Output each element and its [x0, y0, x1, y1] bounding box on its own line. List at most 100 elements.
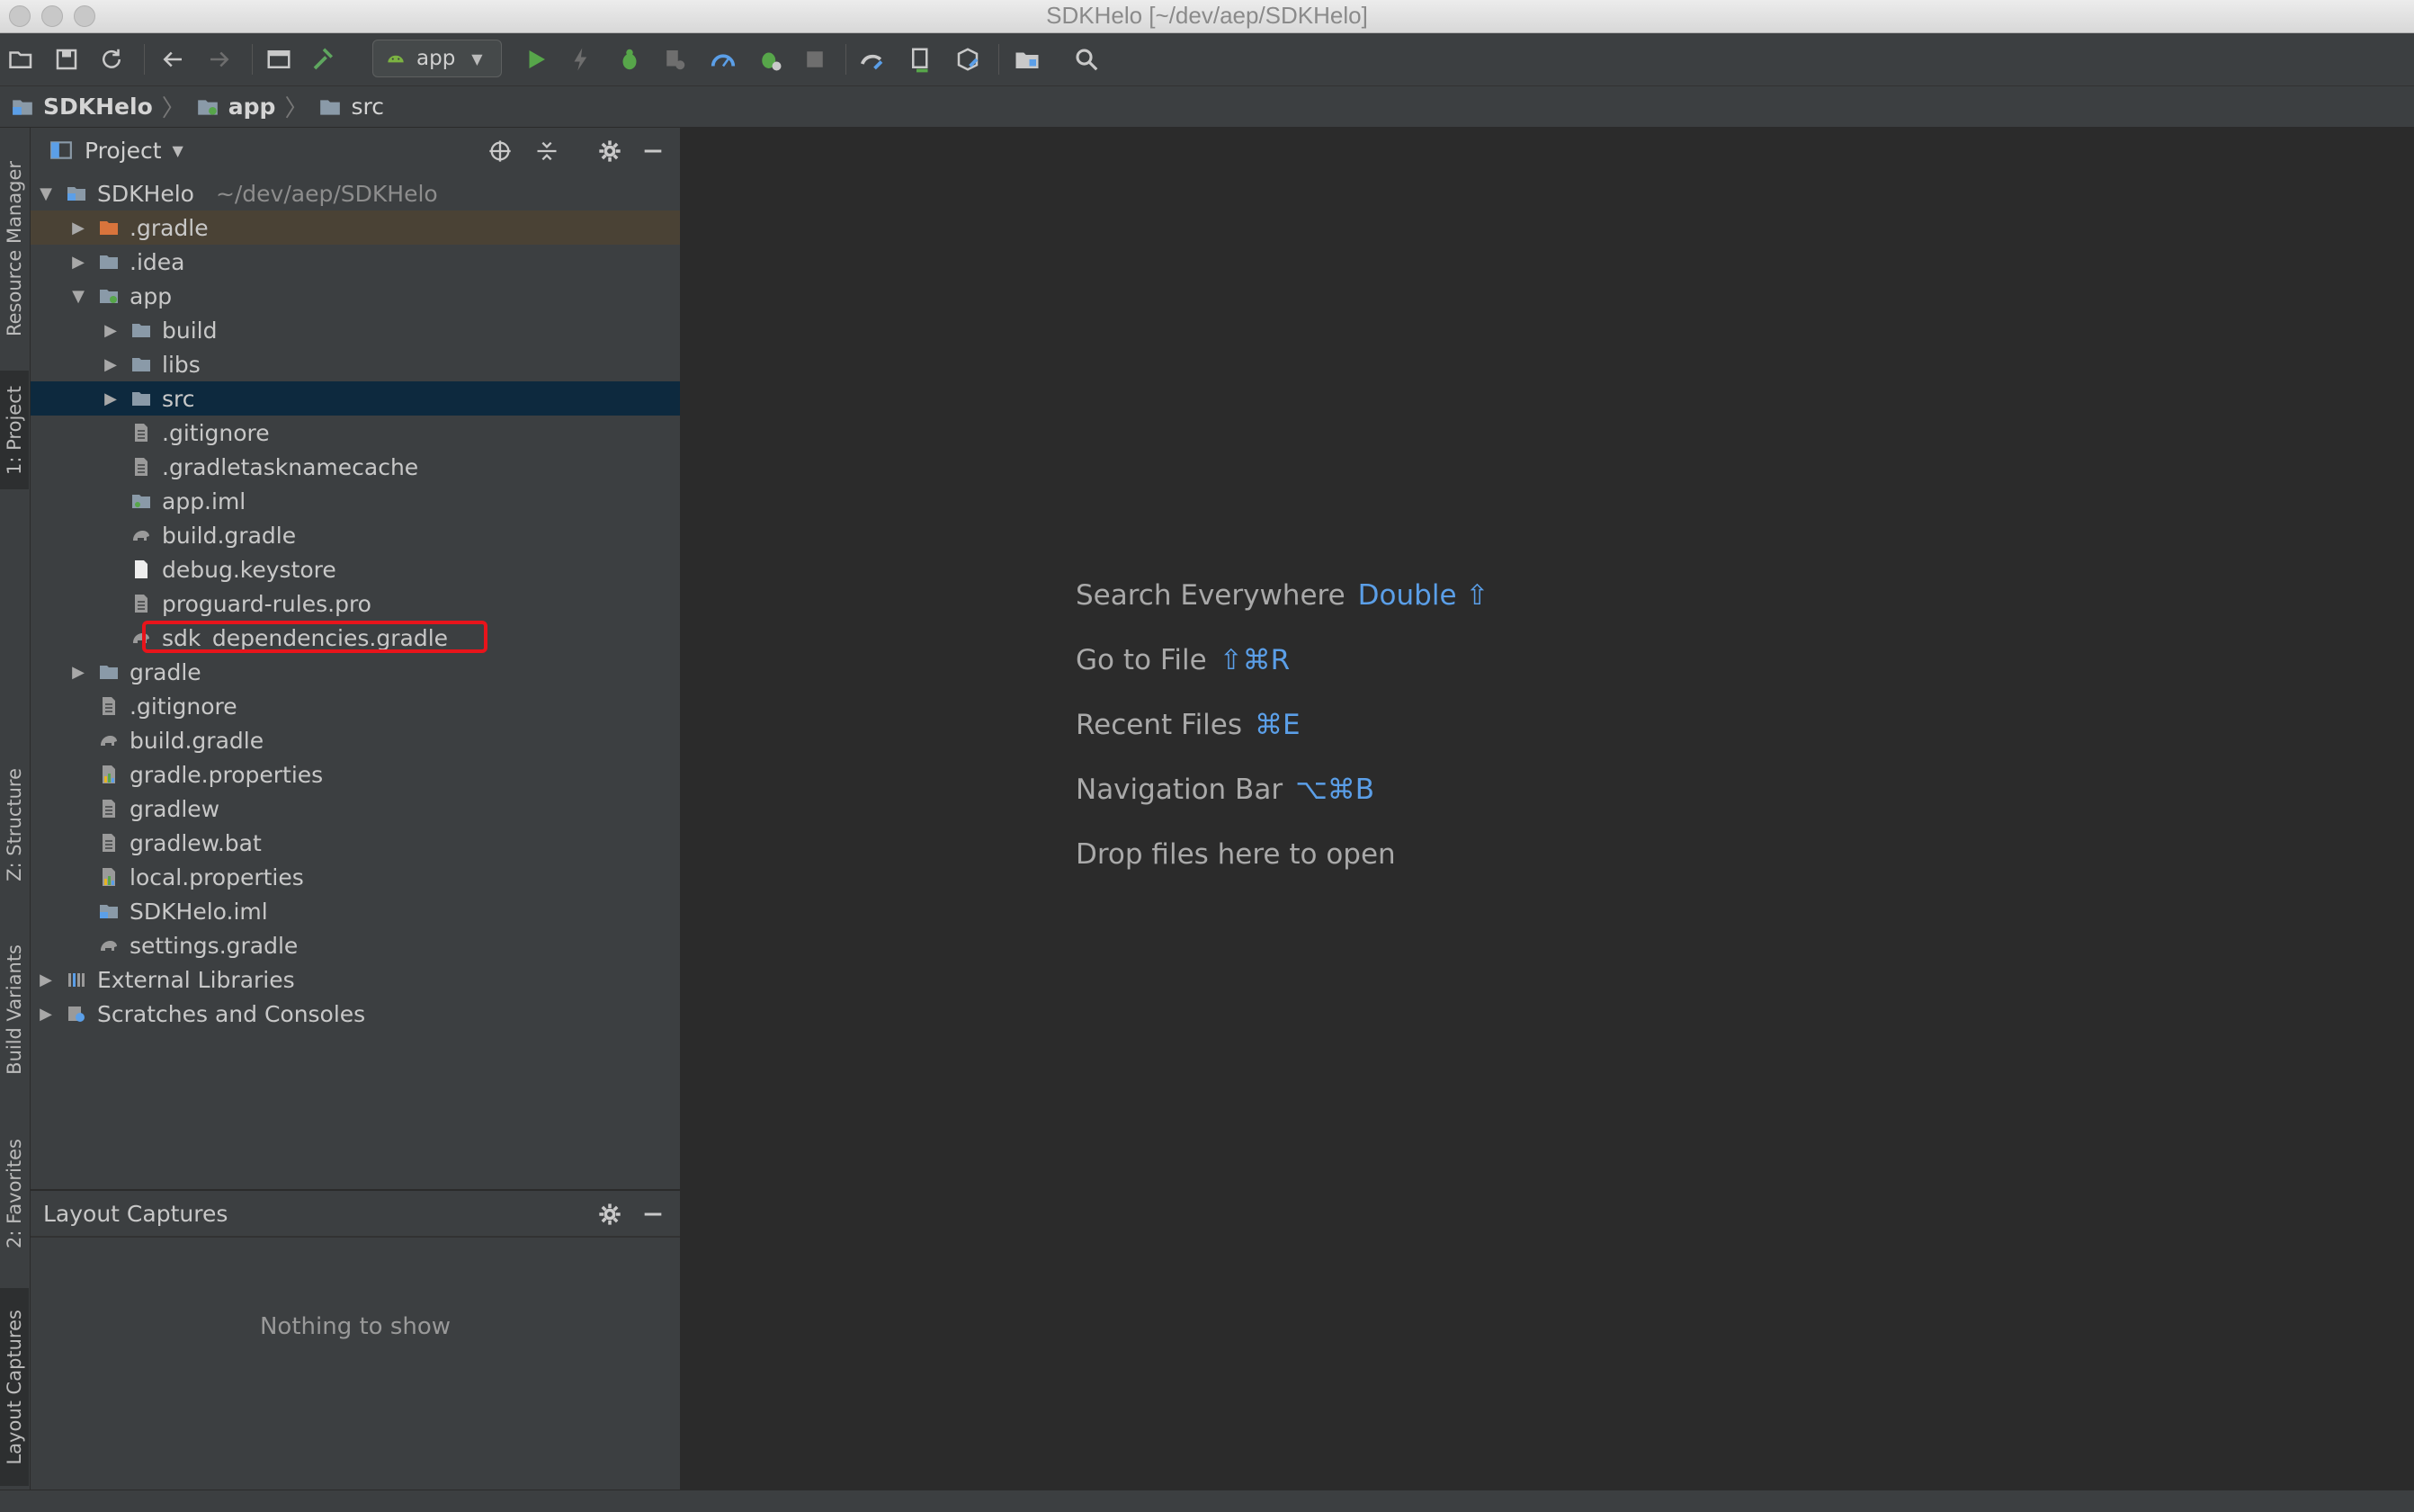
tree-item-build-folder[interactable]: ▶ build: [31, 313, 680, 347]
tree-item-settings-gradle[interactable]: settings.gradle: [31, 928, 680, 962]
avd-manager-icon[interactable]: [903, 41, 939, 77]
tree-item-project-iml[interactable]: SDKHelo.iml: [31, 894, 680, 928]
run-icon[interactable]: [518, 41, 554, 77]
profile-icon[interactable]: [657, 41, 693, 77]
run-configuration-dropdown[interactable]: app ▼: [372, 40, 502, 77]
gear-icon[interactable]: [595, 137, 624, 166]
tree-item-root-gitignore[interactable]: .gitignore: [31, 689, 680, 723]
debug-icon[interactable]: [612, 41, 648, 77]
toolbar-separator: [998, 44, 999, 75]
tree-item-app-gitignore[interactable]: .gitignore: [31, 416, 680, 450]
gradle-elephant-icon: [128, 626, 155, 649]
project-path: ~/dev/aep/SDKHelo: [215, 180, 438, 207]
gradle-elephant-icon: [128, 523, 155, 547]
project-view-selector[interactable]: Project ▼: [49, 138, 183, 164]
gradle-elephant-icon: [95, 934, 122, 957]
breadcrumb-project[interactable]: SDKHelo: [9, 94, 153, 120]
build-hammer-icon[interactable]: [306, 41, 342, 77]
collapsed-arrow-icon: ▶: [104, 320, 117, 340]
attach-debugger-icon[interactable]: [705, 41, 741, 77]
tree-item-src[interactable]: ▶ src: [31, 381, 680, 416]
window-title: SDKHelo [~/dev/aep/SDKHelo]: [1046, 2, 1368, 29]
breadcrumb-app[interactable]: app: [194, 94, 275, 120]
project-tool-window: Project ▼ ▼ SDKHelo ~/dev/aep/SDKHelo ▶ …: [31, 128, 682, 1189]
libraries-icon: [63, 968, 90, 991]
file-icon: [128, 558, 155, 581]
navigation-bar: SDKHelo 〉 app 〉 src: [0, 86, 2414, 128]
hide-panel-icon[interactable]: [639, 137, 667, 166]
text-file-icon: [128, 455, 155, 479]
resource-manager-tab[interactable]: Resource Manager: [0, 146, 29, 353]
back-arrow-icon[interactable]: [155, 41, 191, 77]
tree-item-app-iml[interactable]: app.iml: [31, 484, 680, 518]
folder-icon: [320, 99, 341, 115]
tree-item-app[interactable]: ▼ app: [31, 279, 680, 313]
tree-item-gradle-properties[interactable]: gradle.properties: [31, 757, 680, 792]
sync-icon[interactable]: [94, 41, 130, 77]
forward-arrow-icon[interactable]: [201, 41, 237, 77]
breadcrumb-src[interactable]: src: [317, 94, 384, 120]
shortcut-key: Double ⇧: [1357, 579, 1489, 612]
build-variants-tab[interactable]: Build Variants: [0, 928, 29, 1090]
folder-icon: [128, 353, 155, 376]
open-folder-icon[interactable]: [4, 41, 40, 77]
layout-captures-tab[interactable]: Layout Captures: [0, 1288, 29, 1486]
scratches-icon: [63, 1002, 90, 1025]
project-folder-icon: [13, 99, 32, 115]
collapsed-arrow-icon: ▶: [72, 252, 85, 272]
tree-item-gradlew-bat[interactable]: gradlew.bat: [31, 826, 680, 860]
collapse-all-icon[interactable]: [532, 137, 561, 166]
tree-item-app-build-gradle[interactable]: build.gradle: [31, 518, 680, 552]
tree-item-gradle-folder[interactable]: ▶ gradle: [31, 655, 680, 689]
tree-item-sdk-dependencies-gradle[interactable]: sdk_dependencies.gradle: [31, 621, 680, 655]
shortcut-key: ⌘E: [1255, 709, 1301, 741]
sdk-manager-icon[interactable]: [950, 41, 986, 77]
module-file-icon: [128, 489, 155, 513]
bottom-tool-stripe: [0, 1490, 2414, 1512]
gear-icon[interactable]: [595, 1200, 624, 1229]
tree-item-idea[interactable]: ▶ .idea: [31, 245, 680, 279]
properties-file-icon: [95, 763, 122, 786]
stop-icon[interactable]: [797, 41, 833, 77]
project-tool-tab[interactable]: 1: Project: [0, 371, 29, 489]
tree-item-local-properties[interactable]: local.properties: [31, 860, 680, 894]
hint-drop-files: Drop files here to open: [1076, 838, 1396, 871]
tree-item-scratches-and-consoles[interactable]: ▶ Scratches and Consoles: [31, 997, 680, 1031]
hide-panel-icon[interactable]: [639, 1200, 667, 1229]
gradle-elephant-icon: [95, 729, 122, 752]
module-file-icon: [95, 899, 122, 923]
main-toolbar: app ▼: [0, 33, 2414, 86]
project-folder-icon: [63, 182, 90, 205]
folder-icon: [95, 250, 122, 273]
tree-item-root-build-gradle[interactable]: build.gradle: [31, 723, 680, 757]
search-icon[interactable]: [1068, 41, 1104, 77]
layout-captures-title: Layout Captures: [43, 1200, 228, 1227]
chevron-down-icon: ▼: [471, 49, 483, 67]
save-all-icon[interactable]: [49, 41, 85, 77]
tree-item-proguard-rules[interactable]: proguard-rules.pro: [31, 586, 680, 621]
shortcut-key: ⇧⌘R: [1219, 644, 1291, 676]
project-panel-header: Project ▼: [31, 128, 680, 173]
run-configuration-label: app: [416, 47, 456, 70]
expanded-arrow-icon: ▼: [40, 183, 52, 203]
collapsed-arrow-icon: ▶: [72, 218, 85, 237]
debug-process-icon[interactable]: [752, 41, 788, 77]
project-structure-icon[interactable]: [261, 41, 297, 77]
tree-item-dot-gradle[interactable]: ▶ .gradle: [31, 210, 680, 245]
apply-changes-icon[interactable]: [563, 41, 599, 77]
hint-recent-files: Recent Files ⌘E: [1076, 709, 1301, 741]
locate-file-icon[interactable]: [486, 137, 514, 166]
expanded-arrow-icon: ▼: [72, 286, 85, 306]
tree-item-gradlew[interactable]: gradlew: [31, 792, 680, 826]
structure-tool-tab[interactable]: Z: Structure: [0, 748, 29, 901]
module-folder-icon: [95, 284, 122, 308]
favorites-tab[interactable]: 2: Favorites: [0, 1126, 29, 1261]
tree-item-libs[interactable]: ▶ libs: [31, 347, 680, 381]
tree-item-project-root[interactable]: ▼ SDKHelo ~/dev/aep/SDKHelo: [31, 176, 680, 210]
tree-item-external-libraries[interactable]: ▶ External Libraries: [31, 962, 680, 997]
tree-item-debug-keystore[interactable]: debug.keystore: [31, 552, 680, 586]
sync-gradle-icon[interactable]: [854, 41, 890, 77]
collapsed-arrow-icon: ▶: [40, 970, 52, 989]
project-structure-folder-icon[interactable]: [1009, 41, 1045, 77]
tree-item-gradletasknamecache[interactable]: .gradletasknamecache: [31, 450, 680, 484]
